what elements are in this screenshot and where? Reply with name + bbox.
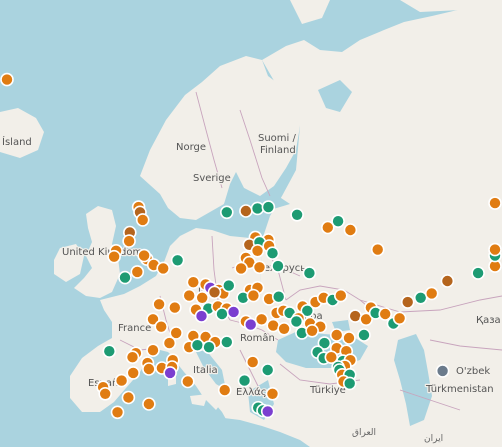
map-marker-teal[interactable]: [237, 373, 252, 388]
map-marker-orange[interactable]: [252, 260, 267, 275]
map-marker-orange[interactable]: [152, 297, 166, 312]
map-marker-teal[interactable]: [250, 201, 265, 216]
map-marker-orange[interactable]: [488, 196, 502, 210]
map-marker-orange[interactable]: [392, 311, 407, 326]
map-marker-orange[interactable]: [277, 321, 291, 336]
map-marker-purple[interactable]: [194, 309, 209, 323]
map-marker-teal[interactable]: [271, 289, 286, 304]
map-marker-teal[interactable]: [413, 290, 428, 305]
map-marker-purple[interactable]: [163, 366, 177, 380]
map-marker-orange[interactable]: [98, 386, 112, 401]
map-marker-orange[interactable]: [186, 275, 201, 290]
map-marker-orange[interactable]: [110, 405, 125, 420]
map-marker-teal[interactable]: [222, 278, 236, 293]
map-marker-orange[interactable]: [250, 244, 265, 258]
map-marker-teal[interactable]: [190, 338, 205, 353]
map-marker-teal[interactable]: [215, 307, 229, 321]
map-marker-orange[interactable]: [329, 328, 344, 342]
map-marker-orange[interactable]: [126, 366, 140, 380]
map-marker-teal[interactable]: [471, 266, 485, 280]
map-marker-teal[interactable]: [357, 328, 371, 342]
map-marker-teal[interactable]: [265, 246, 280, 260]
map-marker-orange[interactable]: [245, 355, 260, 369]
map-marker-teal[interactable]: [342, 376, 357, 391]
map-marker-orange[interactable]: [343, 223, 358, 237]
map-marker-teal[interactable]: [118, 270, 132, 285]
map-marker-orange[interactable]: [122, 234, 136, 248]
map-marker-teal[interactable]: [290, 208, 304, 222]
map-marker-orange[interactable]: [107, 249, 121, 264]
map-marker-orange[interactable]: [137, 248, 151, 263]
map-marker-orange[interactable]: [246, 288, 261, 303]
map-marker-teal[interactable]: [170, 253, 185, 268]
map-marker-orange[interactable]: [488, 242, 502, 257]
map-marker-orange[interactable]: [154, 319, 168, 334]
map-marker-teal[interactable]: [331, 214, 345, 228]
map-marker-orange[interactable]: [254, 312, 269, 327]
map-marker-orange[interactable]: [168, 300, 182, 315]
map-marker-teal[interactable]: [202, 340, 216, 355]
map-marker-orange[interactable]: [265, 386, 280, 401]
map-marker-orange[interactable]: [234, 261, 248, 276]
map-marker-orange[interactable]: [146, 343, 160, 358]
map-marker-teal[interactable]: [260, 363, 275, 377]
map-marker-orange[interactable]: [125, 350, 140, 365]
map-marker-orange[interactable]: [142, 397, 156, 411]
map-marker-orange[interactable]: [142, 362, 156, 376]
map-marker-orange[interactable]: [130, 265, 145, 279]
map-marker-orange[interactable]: [195, 290, 209, 305]
map-marker-orange[interactable]: [156, 261, 170, 276]
map-marker-orange[interactable]: [342, 331, 356, 345]
map-marker-orange[interactable]: [333, 288, 348, 303]
map-marker-orange[interactable]: [424, 286, 439, 301]
map-marker-teal[interactable]: [271, 259, 285, 273]
map-marker-orange[interactable]: [370, 242, 385, 257]
map-marker-orange[interactable]: [217, 383, 232, 397]
map-marker-teal[interactable]: [220, 335, 234, 349]
map-marker-teal[interactable]: [302, 266, 317, 280]
map-marker-teal[interactable]: [289, 314, 304, 329]
map-marker-orange[interactable]: [181, 374, 195, 389]
map-marker-orange[interactable]: [305, 323, 319, 338]
map-marker-orange[interactable]: [135, 213, 150, 227]
map-marker-brown[interactable]: [207, 285, 222, 300]
map-marker-orange[interactable]: [114, 373, 129, 388]
map-marker-brown[interactable]: [400, 295, 415, 309]
map-marker-brown[interactable]: [440, 274, 455, 288]
map-marker-orange[interactable]: [182, 288, 196, 303]
map-marker-teal[interactable]: [261, 200, 276, 214]
map-marker-orange[interactable]: [121, 390, 136, 405]
map-marker-purple[interactable]: [260, 404, 275, 419]
map-marker-orange[interactable]: [162, 336, 177, 350]
map-marker-teal[interactable]: [102, 344, 117, 359]
map-marker-orange[interactable]: [0, 72, 14, 87]
map-marker-grey[interactable]: [435, 364, 450, 378]
map-marker-purple[interactable]: [226, 305, 241, 319]
map-canvas[interactable]: Ísland Norge Suomi / Finland Sverige Uni…: [0, 0, 502, 447]
marker-layer: [0, 72, 502, 420]
map-marker-brown[interactable]: [239, 204, 253, 218]
map-marker-teal[interactable]: [220, 205, 234, 220]
